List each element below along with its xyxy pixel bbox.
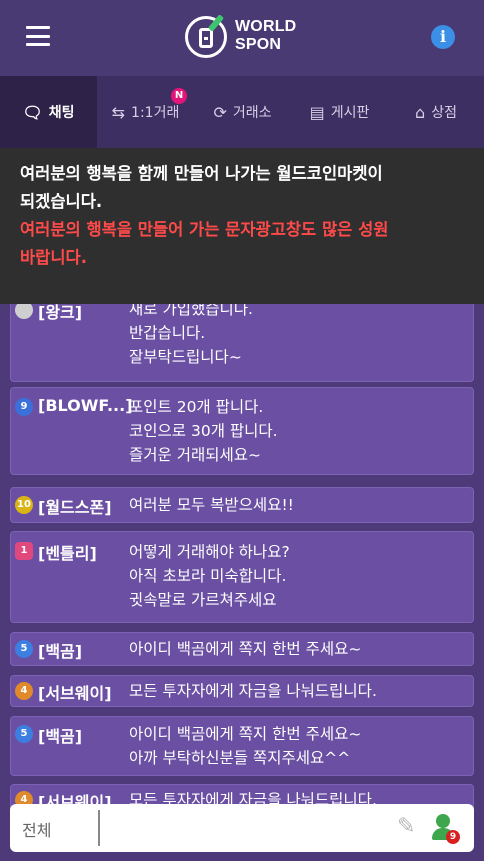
refresh-icon: ⟳: [213, 102, 227, 122]
online-users-icon[interactable]: 9: [430, 812, 462, 844]
message-line: 반갑습니다.: [129, 324, 206, 342]
notice-ad-line: 여러분의 행복을 만들어 가는 문자광고창도 많은 성원: [20, 220, 389, 239]
message-line: 포인트 20개 팝니다.: [129, 398, 264, 416]
level-icon: 10: [15, 496, 33, 514]
message-line: 아까 부탁하신분들 쪽지주세요^^: [129, 749, 351, 767]
logo-text: WORLD SPON: [235, 18, 296, 54]
sender-name[interactable]: [백곰]: [38, 723, 82, 747]
message-line: 여러분 모두 복받으세요!!: [129, 496, 294, 514]
chat-message[interactable]: 9 [BLOWF...] 포인트 20개 팝니다. 코인으로 30개 팝니다. …: [10, 387, 474, 475]
message-line: 아이디 백곰에게 쪽지 한번 주세요~: [129, 725, 362, 743]
level-icon: 9: [15, 398, 33, 416]
new-badge: N: [171, 88, 187, 104]
info-icon[interactable]: i: [431, 25, 455, 49]
level-icon: 5: [15, 725, 33, 743]
level-icon: 4: [15, 682, 33, 700]
chat-message[interactable]: 5 [백곰] 아이디 백곰에게 쪽지 한번 주세요~: [10, 632, 474, 666]
sender-name[interactable]: [백곰]: [38, 638, 82, 662]
notice-banner: 여러분의 행복을 함께 만들어 나가는 월드코인마켓이 되겠습니다. 여러분의 …: [0, 148, 484, 304]
message-line: 모든 투자자에게 자금을 나눠드립니다.: [129, 682, 377, 700]
message-line: 아직 초보라 미숙합니다.: [129, 567, 287, 585]
tab-board[interactable]: ▤ 게시판: [291, 76, 388, 148]
tab-label: 상점: [431, 105, 457, 121]
chat-message[interactable]: 4 [서브웨이] 모든 투자자에게 자금을 나눠드립니다.: [10, 675, 474, 707]
pen-icon[interactable]: ✎: [397, 814, 415, 839]
tab-label: 거래소: [232, 105, 272, 121]
tab-label: 1:1거래: [131, 105, 180, 121]
message-line: 어떻게 거래해야 하나요?: [129, 543, 290, 561]
input-divider: [98, 810, 100, 846]
tab-shop[interactable]: ⌂ 상점: [388, 76, 484, 148]
chat-input[interactable]: [106, 810, 386, 846]
tab-exchange[interactable]: ⟳ 거래소: [194, 76, 291, 148]
app-logo[interactable]: WORLD SPON: [185, 14, 305, 60]
notice-ad-line: 바랍니다.: [20, 248, 87, 267]
message-line: 코인으로 30개 팝니다.: [129, 422, 278, 440]
tab-bar: 🗨 채팅 ⇆ 1:1거래 N ⟳ 거래소 ▤ 게시판 ⌂ 상점: [0, 76, 484, 148]
level-icon: 1: [15, 542, 33, 560]
chat-scope-selector[interactable]: 전체: [22, 817, 51, 841]
message-line: 즐거운 거래되세요~: [129, 446, 261, 464]
board-icon: ▤: [309, 102, 325, 122]
logo-line-1: WORLD: [235, 18, 297, 35]
app-header: WORLD SPON i: [0, 0, 484, 76]
chat-message[interactable]: [왕크] 새로 가입했습니다. 반갑습니다. 잘부탁드립니다~: [10, 292, 474, 382]
logo-line-2: SPON: [235, 36, 282, 53]
chat-message[interactable]: 5 [백곰] 아이디 백곰에게 쪽지 한번 주세요~ 아까 부탁하신분들 쪽지주…: [10, 716, 474, 776]
swap-icon: ⇆: [111, 102, 126, 122]
chat-message[interactable]: 10 [월드스폰] 여러분 모두 복받으세요!!: [10, 487, 474, 523]
sender-name[interactable]: [서브웨이]: [38, 680, 112, 704]
tab-chat[interactable]: 🗨 채팅: [0, 76, 97, 148]
level-icon: 5: [15, 640, 33, 658]
home-icon: ⌂: [415, 102, 426, 122]
chat-icon: 🗨: [22, 102, 43, 122]
logo-mark: [185, 16, 227, 58]
chat-input-bar: 전체 ✎ 9: [10, 804, 474, 852]
tab-one-to-one-trade[interactable]: ⇆ 1:1거래 N: [97, 76, 194, 148]
message-line: 아이디 백곰에게 쪽지 한번 주세요~: [129, 640, 362, 658]
sender-name[interactable]: [벤틀리]: [38, 540, 97, 564]
online-count-badge: 9: [446, 830, 460, 844]
sender-name[interactable]: [월드스폰]: [38, 494, 112, 518]
message-line: 귓속말로 가르쳐주세요: [129, 591, 277, 609]
menu-icon[interactable]: [26, 26, 50, 46]
tab-label: 게시판: [330, 105, 370, 121]
notice-line: 여러분의 행복을 함께 만들어 나가는 월드코인마켓이: [20, 164, 383, 183]
sender-name[interactable]: [BLOWF...]: [38, 396, 133, 415]
tab-label: 채팅: [48, 105, 75, 121]
chat-message[interactable]: 1 [벤틀리] 어떻게 거래해야 하나요? 아직 초보라 미숙합니다. 귓속말로…: [10, 531, 474, 623]
message-line: 잘부탁드립니다~: [129, 348, 242, 366]
notice-line: 되겠습니다.: [20, 192, 103, 211]
